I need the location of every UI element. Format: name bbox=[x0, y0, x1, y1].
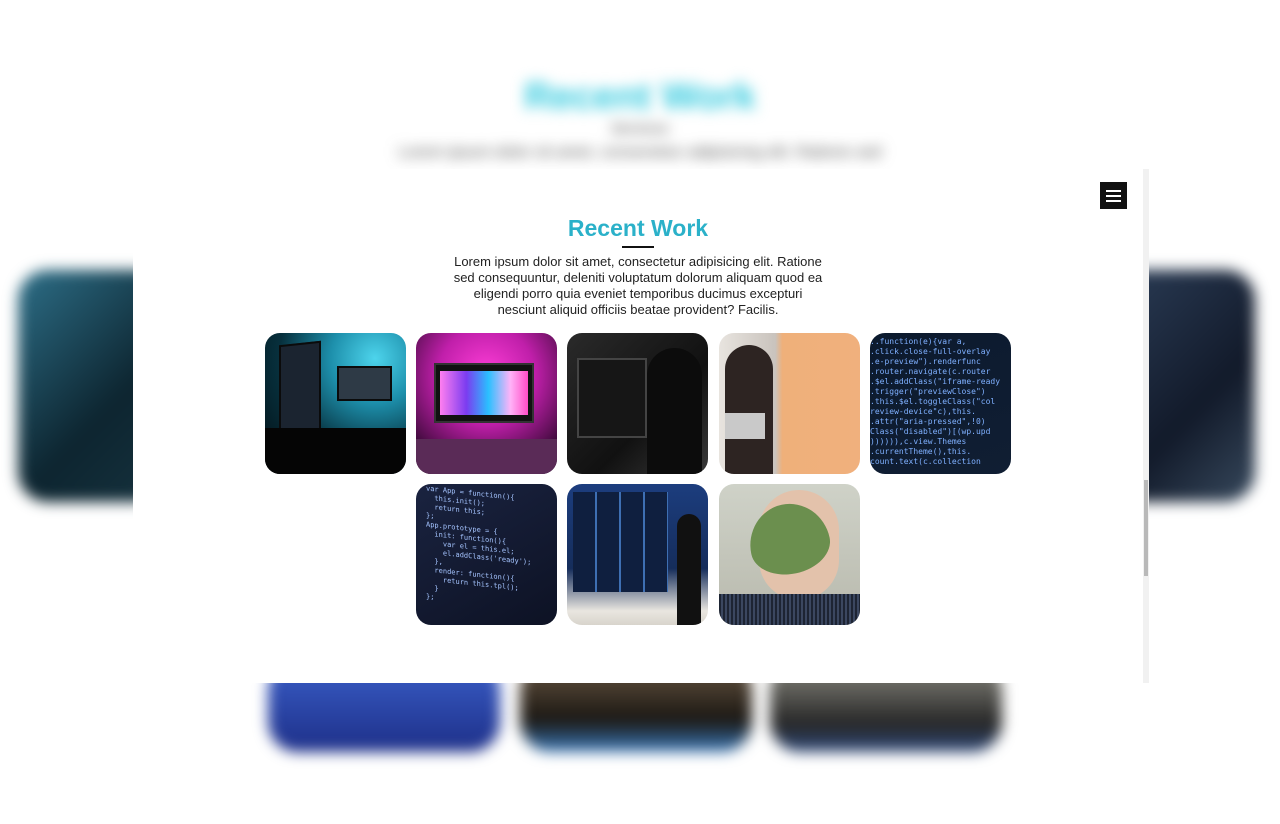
screen-content bbox=[440, 371, 528, 415]
background-subtitle: Services bbox=[611, 120, 669, 136]
monitor-shape bbox=[337, 366, 392, 401]
person-shape bbox=[677, 514, 701, 625]
server-rack-shape bbox=[573, 492, 668, 592]
gallery-item-server-room-person[interactable] bbox=[567, 484, 708, 625]
gallery-item-dual-monitor-desk-setup[interactable] bbox=[265, 333, 406, 474]
desk-shape bbox=[265, 428, 406, 474]
person-shape bbox=[647, 348, 702, 474]
gallery-item-person-at-monitor-dark[interactable] bbox=[567, 333, 708, 474]
monitor-shape bbox=[279, 340, 321, 438]
gallery-item-woman-with-laptop[interactable] bbox=[719, 333, 860, 474]
person-shape bbox=[725, 345, 773, 474]
hamburger-menu-icon bbox=[1106, 195, 1121, 197]
code-texture: var App = function(){ this.init(); retur… bbox=[426, 484, 532, 602]
desk-shape bbox=[416, 439, 557, 474]
laptop-shape bbox=[725, 413, 765, 439]
gallery-item-code-editor-screen[interactable]: var App = function(){ this.init(); retur… bbox=[416, 484, 557, 625]
section-description: Lorem ipsum dolor sit amet, consectetur … bbox=[453, 254, 823, 317]
background-title: Recent Work bbox=[524, 76, 756, 118]
vertical-scrollbar[interactable] bbox=[1143, 169, 1149, 683]
scrollbar-thumb[interactable] bbox=[1144, 480, 1148, 576]
hamburger-menu-button[interactable] bbox=[1100, 182, 1127, 209]
title-divider bbox=[622, 246, 654, 248]
background-text: Lorem ipsum dolor sit amet, consectetur … bbox=[398, 144, 882, 161]
hamburger-menu-icon bbox=[1106, 190, 1121, 192]
shirt-shape bbox=[719, 594, 860, 625]
section-title: Recent Work bbox=[567, 215, 709, 241]
hamburger-menu-icon bbox=[1106, 200, 1121, 202]
gallery-item-code-screen-closeup[interactable]: ..function(e){var a, .click.close-full-o… bbox=[870, 333, 1011, 474]
monitor-shape bbox=[577, 358, 647, 438]
recent-work-panel: Recent Work Lorem ipsum dolor sit amet, … bbox=[133, 169, 1149, 683]
gallery-item-woman-with-leaf[interactable] bbox=[719, 484, 860, 625]
gallery-item-pink-neon-desktop[interactable] bbox=[416, 333, 557, 474]
code-texture: ..function(e){var a, .click.close-full-o… bbox=[870, 337, 1001, 466]
